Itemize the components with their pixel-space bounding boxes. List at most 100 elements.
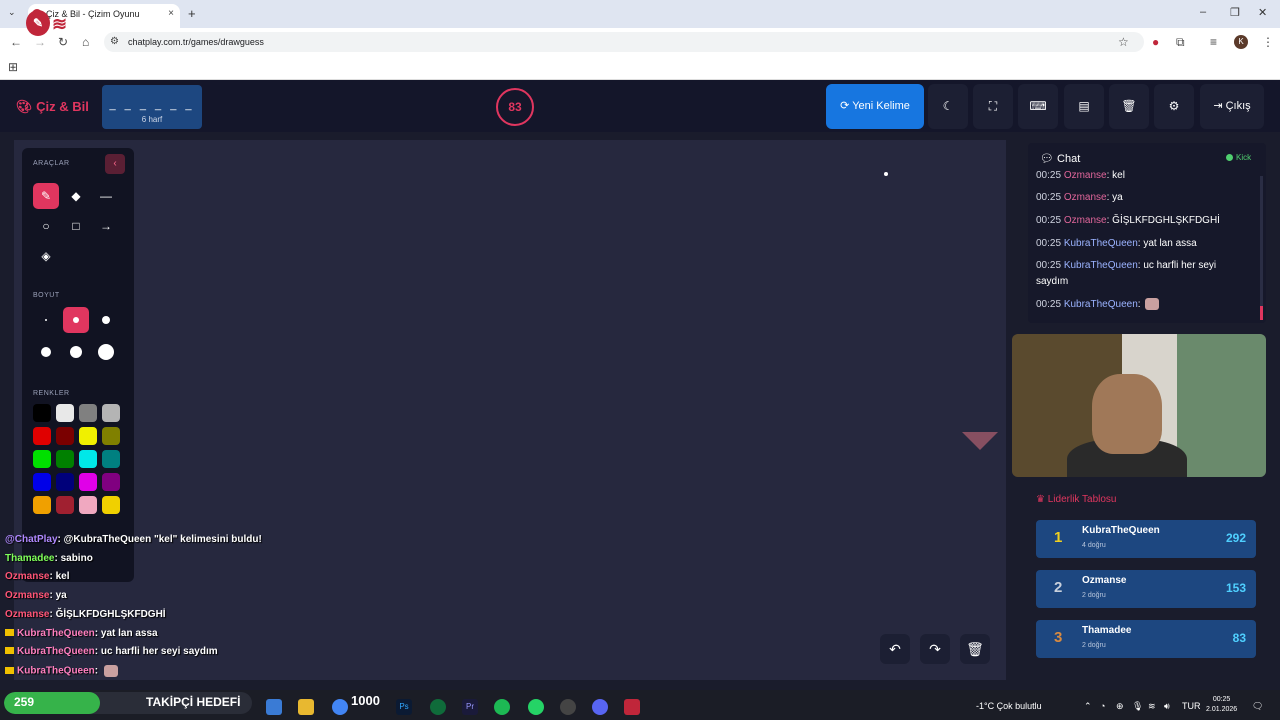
chat-user[interactable]: KubraTheQueen: [1064, 260, 1138, 271]
chrome-icon[interactable]: [332, 699, 348, 715]
rectangle-tool[interactable]: □: [63, 213, 89, 239]
back-icon[interactable]: ←: [10, 35, 22, 49]
drawing-canvas[interactable]: [14, 140, 1006, 680]
color-swatch[interactable]: [33, 450, 51, 468]
color-swatch[interactable]: [56, 473, 74, 491]
color-swatch[interactable]: [33, 496, 51, 514]
chat-scrollbar[interactable]: [1260, 176, 1263, 320]
bookmark-star-icon[interactable]: ☆: [1118, 35, 1129, 49]
chat-time: 00:25: [1036, 170, 1062, 181]
chat-user[interactable]: KubraTheQueen: [1064, 238, 1138, 249]
forward-icon[interactable]: →: [34, 35, 46, 49]
app-icon[interactable]: [624, 699, 640, 715]
color-swatch[interactable]: [56, 427, 74, 445]
color-swatch[interactable]: [102, 404, 120, 422]
color-swatch[interactable]: [79, 496, 97, 514]
system-clock[interactable]: 00:25 2.01.2026: [1206, 695, 1237, 715]
color-swatch[interactable]: [102, 450, 120, 468]
fullscreen-button[interactable]: ⛶: [973, 84, 1013, 129]
chat-user[interactable]: Ozmanse: [1064, 215, 1107, 226]
size-xs-button[interactable]: [33, 307, 59, 333]
apps-grid-icon[interactable]: ⊞: [8, 60, 18, 74]
tray-network-icon[interactable]: ◔: [1100, 701, 1105, 711]
color-swatch[interactable]: [79, 473, 97, 491]
weather-widget[interactable]: -1°C Çok bulutlu: [976, 701, 1042, 711]
color-swatch[interactable]: [56, 450, 74, 468]
home-icon[interactable]: ⌂: [82, 35, 89, 49]
keyboard-button[interactable]: ⌨: [1018, 84, 1058, 129]
collapse-panel-button[interactable]: ‹: [105, 154, 125, 174]
chat-user[interactable]: Ozmanse: [1064, 170, 1107, 181]
media-icon[interactable]: ≡: [1210, 35, 1217, 49]
notifications-icon[interactable]: 🗨︎: [1252, 701, 1263, 712]
redo-button[interactable]: ↷: [920, 634, 950, 664]
browser-menu-icon[interactable]: ⋮: [1262, 35, 1274, 49]
fill-tool[interactable]: ◈: [33, 243, 59, 269]
color-swatch[interactable]: [33, 404, 51, 422]
delete-button[interactable]: 🗑︎: [1109, 84, 1149, 129]
file-explorer-icon[interactable]: [298, 699, 314, 715]
chat-scrollbar-thumb[interactable]: [1260, 306, 1263, 320]
color-swatch[interactable]: [56, 496, 74, 514]
size-s-button[interactable]: [63, 307, 89, 333]
size-xxl-button[interactable]: [93, 339, 119, 365]
chat-user[interactable]: KubraTheQueen: [1064, 299, 1138, 310]
site-info-icon[interactable]: ⚙: [110, 36, 119, 47]
clear-canvas-button[interactable]: 🗑︎: [960, 634, 990, 664]
dark-mode-button[interactable]: ☾: [928, 84, 968, 129]
color-swatch[interactable]: [79, 404, 97, 422]
brush-tool[interactable]: ✎: [33, 183, 59, 209]
chat-message: 00:25 Ozmanse: ya: [1036, 190, 1236, 206]
color-swatch[interactable]: [102, 496, 120, 514]
archive-button[interactable]: ▤: [1064, 84, 1104, 129]
spotify-icon[interactable]: [494, 699, 510, 715]
tray-app-icon[interactable]: ⊕: [1116, 701, 1124, 712]
obs-icon[interactable]: [560, 699, 576, 715]
settings-button[interactable]: ⚙: [1154, 84, 1194, 129]
browser-tab[interactable]: Çiz & Bil - Çizim Oyunu ×: [28, 4, 180, 28]
color-swatch[interactable]: [56, 404, 74, 422]
arrow-tool[interactable]: →: [93, 213, 119, 239]
size-xl-button[interactable]: [63, 339, 89, 365]
upwork-icon[interactable]: [430, 699, 446, 715]
color-swatch[interactable]: [102, 473, 120, 491]
color-swatch[interactable]: [102, 427, 120, 445]
new-tab-button[interactable]: +: [188, 6, 196, 21]
extensions-puzzle-icon[interactable]: ⧉: [1176, 35, 1185, 50]
premiere-icon[interactable]: Pr: [462, 699, 478, 715]
size-m-button[interactable]: [93, 307, 119, 333]
volume-icon[interactable]: 🔊︎: [1164, 701, 1170, 712]
color-swatch[interactable]: [33, 427, 51, 445]
profile-avatar[interactable]: K: [1234, 35, 1248, 49]
tab-close-button[interactable]: ×: [168, 8, 174, 19]
color-swatch[interactable]: [33, 473, 51, 491]
eraser-tool[interactable]: ◆: [63, 183, 89, 209]
line-tool[interactable]: —: [93, 183, 119, 209]
cat-emote-icon: [1144, 298, 1159, 311]
url-text[interactable]: chatplay.com.tr/games/drawguess: [128, 37, 264, 47]
stream-logo-mark-icon: ≋: [52, 14, 68, 34]
copilot-icon[interactable]: [266, 699, 282, 715]
extension-icon[interactable]: ●: [1152, 35, 1159, 49]
language-indicator[interactable]: TUR: [1182, 701, 1201, 711]
undo-button[interactable]: ↶: [880, 634, 910, 664]
discord-icon[interactable]: [592, 699, 608, 715]
size-l-button[interactable]: [33, 339, 59, 365]
color-swatch[interactable]: [79, 427, 97, 445]
close-window-icon[interactable]: ✕: [1258, 6, 1267, 19]
photoshop-icon[interactable]: Ps: [396, 699, 412, 715]
minimize-icon[interactable]: –: [1200, 6, 1206, 18]
circle-tool[interactable]: ○: [33, 213, 59, 239]
tab-search-icon[interactable]: ⌄: [8, 7, 16, 18]
reload-icon[interactable]: ↻: [58, 35, 68, 49]
new-word-button[interactable]: ⟳ Yeni Kelime: [826, 84, 924, 129]
chat-user[interactable]: Ozmanse: [1064, 192, 1107, 203]
exit-button[interactable]: ⇥ Çıkış: [1200, 84, 1264, 129]
whatsapp-icon[interactable]: [528, 699, 544, 715]
tray-chevron-icon[interactable]: ⌃: [1084, 701, 1092, 712]
restore-icon[interactable]: ❐: [1230, 6, 1240, 19]
color-swatch[interactable]: [79, 450, 97, 468]
tray-mic-icon[interactable]: 🎙︎: [1132, 701, 1143, 712]
chat-message: 00:25 KubraTheQueen: uc harfli her seyi …: [1036, 258, 1236, 290]
wifi-icon[interactable]: ≋: [1148, 701, 1156, 712]
